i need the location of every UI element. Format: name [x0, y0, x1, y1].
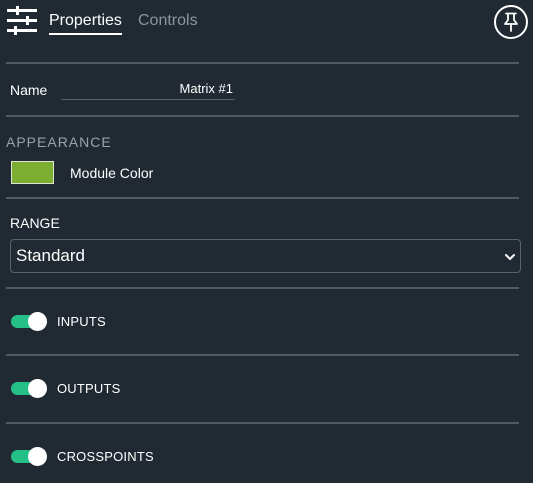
tune-sliders-icon[interactable]	[6, 5, 38, 37]
divider	[6, 197, 519, 199]
outputs-toggle-label: OUTPUTS	[57, 381, 121, 396]
inputs-toggle-label: INPUTS	[57, 314, 106, 329]
pin-icon	[504, 12, 518, 32]
range-select[interactable]: Standard	[10, 239, 521, 273]
chevron-down-icon	[505, 254, 515, 260]
divider	[6, 354, 519, 356]
crosspoints-toggle-knob[interactable]	[28, 447, 47, 466]
inputs-toggle-row: INPUTS	[11, 311, 311, 333]
crosspoints-toggle-row: CROSSPOINTS	[11, 446, 311, 468]
appearance-section-title: APPEARANCE	[6, 134, 112, 150]
tab-properties[interactable]: Properties	[49, 11, 122, 35]
module-color-label: Module Color	[70, 165, 154, 181]
range-selected-value: Standard	[16, 246, 85, 265]
divider	[6, 422, 519, 424]
divider	[6, 287, 519, 289]
name-input[interactable]	[61, 78, 235, 100]
divider	[6, 62, 519, 64]
module-color-swatch[interactable]	[11, 161, 54, 184]
properties-panel: Properties Controls Name APPEARANCE Modu…	[0, 0, 533, 483]
divider	[6, 115, 519, 117]
tab-controls[interactable]: Controls	[138, 11, 198, 31]
name-label: Name	[10, 82, 48, 98]
panel-header: Properties Controls	[0, 0, 533, 44]
range-section-title: RANGE	[10, 215, 60, 231]
outputs-toggle-knob[interactable]	[28, 379, 47, 398]
pin-button[interactable]	[494, 5, 528, 39]
inputs-toggle-knob[interactable]	[28, 312, 47, 331]
crosspoints-toggle-label: CROSSPOINTS	[57, 449, 154, 464]
outputs-toggle-row: OUTPUTS	[11, 378, 311, 400]
